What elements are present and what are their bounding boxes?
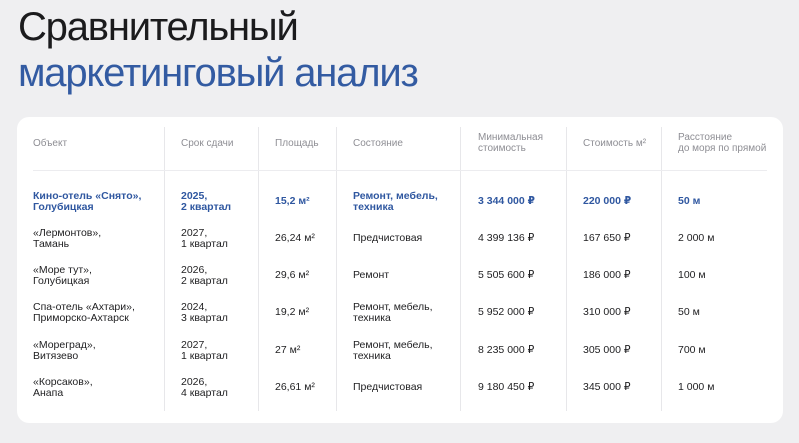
cell-object: «Лермонтов», Тамань: [33, 226, 102, 250]
cell-distance: 700 м: [678, 344, 706, 357]
cell-deadline: 2025, 2 квартал: [181, 189, 232, 213]
cell-area: 29,6 м²: [275, 269, 310, 282]
cell-price-per-m2: 305 000 ₽: [583, 344, 631, 357]
cell-min-price: 3 344 000 ₽: [478, 195, 535, 208]
header-min-price: Минимальная стоимость: [478, 132, 544, 154]
cell-min-price: 4 399 136 ₽: [478, 232, 535, 245]
header-divider: [33, 170, 767, 171]
table-row: Спа-отель «Ахтари», Приморско-Ахтарск 20…: [17, 294, 783, 332]
cell-deadline: 2027, 1 квартал: [181, 226, 228, 250]
cell-min-price: 8 235 000 ₽: [478, 344, 535, 357]
cell-area: 27 м²: [275, 344, 301, 357]
cell-distance: 100 м: [678, 269, 706, 282]
cell-distance: 2 000 м: [678, 232, 715, 245]
cell-min-price: 5 505 600 ₽: [478, 269, 535, 282]
cell-condition: Ремонт, мебель, техника: [353, 338, 433, 362]
cell-condition: Предчистовая: [353, 381, 423, 394]
cell-condition: Ремонт, мебель, техника: [353, 189, 438, 213]
header-area: Площадь: [275, 137, 319, 149]
table-row: «Море тут», Голубицкая 2026, 2 квартал 2…: [17, 257, 783, 295]
cell-deadline: 2026, 2 квартал: [181, 263, 228, 287]
cell-deadline: 2024, 3 квартал: [181, 300, 228, 324]
cell-price-per-m2: 167 650 ₽: [583, 232, 631, 245]
cell-deadline: 2027, 1 квартал: [181, 338, 228, 362]
cell-price-per-m2: 345 000 ₽: [583, 381, 631, 394]
cell-area: 19,2 м²: [275, 306, 310, 319]
cell-area: 15,2 м²: [275, 195, 310, 208]
cell-price-per-m2: 220 000 ₽: [583, 195, 632, 208]
table-header-row: Объект Срок сдачи Площадь Состояние Мини…: [17, 124, 783, 162]
cell-object: «Море тут», Голубицкая: [33, 263, 92, 287]
cell-object: Спа-отель «Ахтари», Приморско-Ахтарск: [33, 300, 135, 324]
cell-min-price: 5 952 000 ₽: [478, 306, 535, 319]
header-price-per-m2: Стоимость м²: [583, 137, 647, 149]
cell-condition: Предчистовая: [353, 232, 423, 245]
cell-price-per-m2: 310 000 ₽: [583, 306, 631, 319]
cell-object: «Корсаков», Анапа: [33, 375, 93, 399]
table-row-highlighted: Кино-отель «Снято», Голубицкая 2025, 2 к…: [17, 183, 783, 221]
cell-price-per-m2: 186 000 ₽: [583, 269, 631, 282]
cell-distance: 50 м: [678, 306, 700, 319]
header-deadline: Срок сдачи: [181, 137, 234, 149]
table-row: «Корсаков», Анапа 2026, 4 квартал 26,61 …: [17, 369, 783, 407]
header-condition: Состояние: [353, 137, 403, 149]
cell-deadline: 2026, 4 квартал: [181, 375, 228, 399]
cell-object: Кино-отель «Снято», Голубицкая: [33, 189, 142, 213]
comparison-table-card: Объект Срок сдачи Площадь Состояние Мини…: [17, 117, 783, 423]
header-object: Объект: [33, 137, 68, 149]
page-title: Сравнительный маркетинговый анализ: [18, 4, 419, 96]
cell-distance: 50 м: [678, 195, 701, 208]
cell-area: 26,61 м²: [275, 381, 315, 394]
cell-condition: Ремонт, мебель, техника: [353, 300, 433, 324]
page-title-line-2: маркетинговый анализ: [18, 51, 419, 95]
cell-object: «Мореград», Витязево: [33, 338, 96, 362]
page-title-line-1: Сравнительный: [18, 5, 299, 49]
cell-min-price: 9 180 450 ₽: [478, 381, 535, 394]
cell-area: 26,24 м²: [275, 232, 315, 245]
header-distance-to-sea: Расстояние до моря по прямой: [678, 132, 767, 154]
table-row: «Лермонтов», Тамань 2027, 1 квартал 26,2…: [17, 220, 783, 258]
cell-condition: Ремонт: [353, 269, 390, 282]
cell-distance: 1 000 м: [678, 381, 715, 394]
table-row: «Мореград», Витязево 2027, 1 квартал 27 …: [17, 332, 783, 370]
